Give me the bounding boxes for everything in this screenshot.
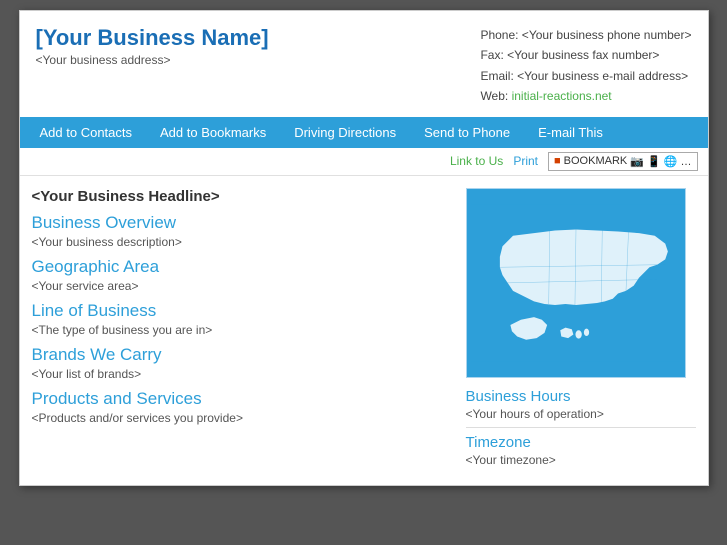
nav-add-contacts[interactable]: Add to Contacts (26, 117, 147, 148)
right-column: Business Hours <Your hours of operation>… (466, 188, 696, 473)
timezone-title: Timezone (466, 434, 696, 451)
section-title-2: Line of Business (32, 301, 450, 321)
business-hours-title: Business Hours (466, 388, 696, 405)
section-title-4: Products and Services (32, 389, 450, 409)
email-text: Email: <Your business e-mail address> (480, 66, 691, 86)
left-column: <Your Business Headline> Business Overvi… (32, 188, 466, 473)
bookmark-label: BOOKMARK (564, 155, 628, 167)
bookmark-extra-icons: 📷 📱 🌐 … (630, 155, 691, 168)
link-to-us[interactable]: Link to Us (450, 154, 503, 168)
fax-text: Fax: <Your business fax number> (480, 45, 691, 65)
section-desc-1: <Your service area> (32, 279, 450, 293)
nav-add-bookmarks[interactable]: Add to Bookmarks (146, 117, 280, 148)
web-label: Web: (480, 89, 508, 103)
print-link[interactable]: Print (513, 154, 538, 168)
section-title-3: Brands We Carry (32, 345, 450, 365)
navbar: Add to Contacts Add to Bookmarks Driving… (20, 117, 708, 148)
nav-send-to-phone[interactable]: Send to Phone (410, 117, 524, 148)
nav-email-this[interactable]: E-mail This (524, 117, 617, 148)
main-content: <Your Business Headline> Business Overvi… (20, 176, 708, 485)
web-url-link[interactable]: initial-reactions.net (512, 89, 612, 103)
section-desc-4: <Products and/or services you provide> (32, 411, 450, 425)
business-address: <Your business address> (36, 53, 269, 67)
nav-driving-directions[interactable]: Driving Directions (280, 117, 410, 148)
map-image (466, 188, 686, 378)
section-desc-0: <Your business description> (32, 235, 450, 249)
timezone-desc: <Your timezone> (466, 453, 696, 467)
business-headline: <Your Business Headline> (32, 188, 450, 205)
bookmark-icon: ■ (554, 155, 561, 167)
bookmark-button[interactable]: ■ BOOKMARK 📷 📱 🌐 … (548, 152, 698, 171)
header-left: [Your Business Name] <Your business addr… (36, 25, 269, 67)
section-title-1: Geographic Area (32, 257, 450, 277)
phone-text: Phone: <Your business phone number> (480, 25, 691, 45)
business-hours-desc: <Your hours of operation> (466, 407, 696, 421)
web-text: Web: initial-reactions.net (480, 86, 691, 106)
utility-bar: Link to Us Print ■ BOOKMARK 📷 📱 🌐 … (20, 148, 708, 176)
header: [Your Business Name] <Your business addr… (20, 11, 708, 117)
section-desc-2: <The type of business you are in> (32, 323, 450, 337)
business-name: [Your Business Name] (36, 25, 269, 51)
page-wrapper: [Your Business Name] <Your business addr… (19, 10, 709, 486)
section-title-0: Business Overview (32, 213, 450, 233)
us-map-svg (471, 193, 681, 373)
section-desc-3: <Your list of brands> (32, 367, 450, 381)
header-right: Phone: <Your business phone number> Fax:… (480, 25, 691, 107)
divider-1 (466, 427, 696, 428)
